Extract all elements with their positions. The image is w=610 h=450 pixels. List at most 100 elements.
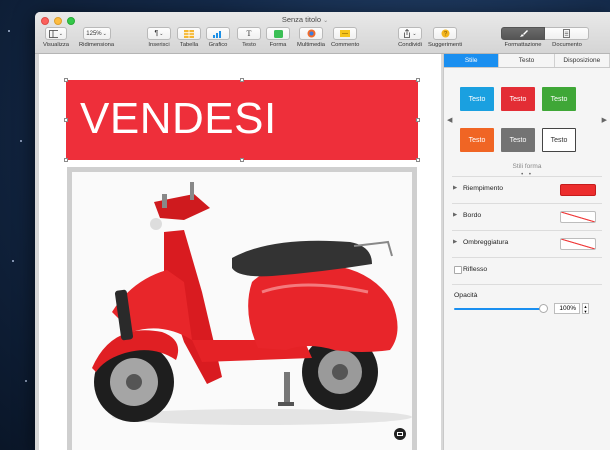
comment-button[interactable] (333, 27, 358, 40)
shape-icon (273, 29, 283, 38)
banner-text: VENDESI (80, 94, 277, 143)
table-label: Tabella (179, 42, 199, 48)
comment-tool[interactable]: Commento (331, 27, 359, 48)
share-button[interactable]: ⌄ (398, 27, 422, 40)
style-swatch[interactable]: Testo (501, 87, 535, 111)
tab-text[interactable]: Testo (499, 54, 555, 67)
document-page[interactable]: VENDESI (39, 54, 441, 450)
table-button[interactable] (177, 27, 201, 40)
star (20, 140, 22, 142)
selection-handle[interactable] (416, 78, 420, 82)
tab-style[interactable]: Stile (444, 54, 500, 67)
insert-tool[interactable]: ¶ ⌄ Inserisci (147, 27, 171, 48)
media-replace-button[interactable] (394, 428, 406, 440)
tips-tool[interactable]: ? Suggerimenti (428, 27, 462, 48)
style-swatch[interactable]: Testo (501, 128, 535, 152)
document-icon (563, 29, 570, 38)
document-title[interactable]: Senza titolo ⌄ (35, 15, 610, 24)
style-swatch[interactable]: Testo (460, 87, 494, 111)
comment-label: Commento (331, 42, 360, 48)
fill-color-well[interactable] (560, 184, 596, 196)
media-label: Multimedia (297, 42, 326, 48)
tips-label: Suggerimenti (428, 42, 463, 48)
paragraph-icon: ¶ (154, 30, 159, 37)
scooter-photo-frame[interactable] (67, 167, 417, 450)
lightbulb-icon: ? (441, 29, 450, 38)
opacity-label: Opacità (454, 292, 478, 299)
media-tool[interactable]: Multimedia (297, 27, 325, 48)
selection-handle[interactable] (240, 158, 244, 162)
opacity-slider[interactable] (454, 308, 542, 310)
shape-button[interactable] (266, 27, 290, 40)
shadow-color-well[interactable] (560, 238, 596, 250)
selection-handle[interactable] (416, 158, 420, 162)
table-tool[interactable]: Tabella (177, 27, 201, 48)
style-swatch[interactable]: Testo (542, 128, 576, 152)
chevron-left-icon[interactable]: ◀ (447, 116, 452, 124)
media-button[interactable] (299, 27, 324, 40)
text-t-icon: T (246, 29, 252, 38)
style-swatch[interactable]: Testo (542, 87, 576, 111)
border-row[interactable]: ▶ Bordo (452, 203, 602, 230)
comment-icon (340, 29, 351, 37)
selection-handle[interactable] (64, 158, 68, 162)
selection-handle[interactable] (240, 78, 244, 82)
document-title-text: Senza titolo (281, 15, 322, 24)
selection-handle[interactable] (64, 118, 68, 122)
tab-arrange[interactable]: Disposizione (555, 54, 610, 67)
fill-row[interactable]: ▶ Riempimento (452, 176, 602, 203)
format-button[interactable] (501, 27, 545, 40)
chart-tool[interactable]: Grafico (206, 27, 230, 48)
table-icon (184, 29, 194, 38)
paintbrush-icon (519, 30, 528, 37)
insert-button[interactable]: ¶ ⌄ (147, 27, 171, 40)
zoom-tool[interactable]: 125% ⌄ Ridimensiona (79, 27, 114, 48)
document-button[interactable] (545, 27, 589, 40)
disclosure-triangle-icon[interactable]: ▶ (453, 185, 457, 191)
document-label: Documento (552, 42, 582, 48)
opacity-stepper[interactable]: ▲ ▼ (582, 303, 589, 314)
text-button[interactable]: T (237, 27, 261, 40)
share-icon (404, 29, 411, 38)
chart-icon (213, 30, 221, 38)
opacity-slider-knob[interactable] (539, 304, 548, 313)
view-tool[interactable]: ⌄ Visualizza (43, 27, 69, 48)
style-swatch[interactable]: Testo (460, 128, 494, 152)
reflection-row[interactable]: Riflesso (452, 257, 602, 284)
border-color-well[interactable] (560, 211, 596, 223)
shape-tool[interactable]: Forma (266, 27, 290, 48)
chevron-down-icon: ⌄ (159, 30, 164, 37)
scooter-photo[interactable] (72, 172, 412, 450)
inspector-toggle-labels: Formattazione Documento (501, 40, 589, 48)
chevron-down-icon: ⌄ (323, 18, 329, 24)
reflection-checkbox[interactable] (454, 266, 462, 274)
vendesi-text-box[interactable]: VENDESI (66, 80, 418, 160)
chevron-right-icon[interactable]: ▶ (602, 116, 607, 124)
disclosure-triangle-icon[interactable]: ▶ (453, 212, 457, 218)
shape-styles: ◀ ▶ Testo Testo Testo Testo Testo Testo … (444, 68, 610, 178)
opacity-field[interactable]: 100% (554, 303, 580, 314)
tips-button[interactable]: ? (433, 27, 458, 40)
photo-icon (397, 432, 403, 436)
zoom-select[interactable]: 125% ⌄ (82, 27, 111, 40)
view-button[interactable]: ⌄ (45, 27, 67, 40)
text-label: Testo (242, 42, 256, 48)
star (25, 380, 27, 382)
chevron-down-icon: ⌄ (412, 30, 417, 37)
share-tool[interactable]: ⌄ Condividi (398, 27, 422, 48)
disclosure-triangle-icon[interactable]: ▶ (453, 239, 457, 245)
reflection-label: Riflesso (463, 266, 488, 273)
inspector-toggle (501, 27, 589, 40)
styles-caption: Stili forma (512, 163, 542, 170)
opacity-row: Opacità 100% ▲ ▼ (452, 284, 602, 324)
chart-button[interactable] (206, 27, 230, 40)
text-tool[interactable]: T Testo (237, 27, 261, 48)
zoom-value: 125% (86, 30, 102, 37)
shadow-row[interactable]: ▶ Ombreggiatura (452, 230, 602, 257)
document-canvas[interactable]: VENDESI (35, 54, 443, 450)
share-label: Condividi (398, 42, 422, 48)
pages-window: Senza titolo ⌄ ⌄ Visualizza 125% ⌄ Ridim… (35, 12, 610, 450)
sidebar-icon (49, 29, 58, 38)
selection-handle[interactable] (64, 78, 68, 82)
selection-handle[interactable] (416, 118, 420, 122)
